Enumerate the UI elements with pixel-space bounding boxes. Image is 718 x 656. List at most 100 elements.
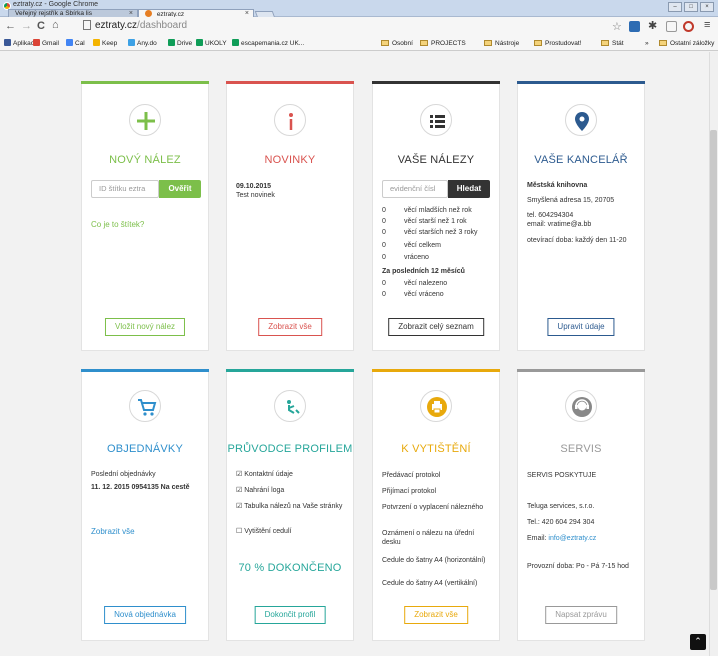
show-all-prints-button[interactable]: Zobrazit vše — [404, 606, 468, 624]
info-icon — [274, 104, 306, 136]
card-vase-nalezy: VAŠE NÁLEZY evidenční čísl Hledat 0 věcí … — [372, 81, 500, 351]
eztraty-favicon-icon — [145, 10, 152, 17]
office-hours: otevírací doba: každý den 11-20 — [527, 237, 627, 244]
checklist-item: ☐ Vytištění cedulí — [236, 528, 292, 535]
bookmark-item[interactable]: Stát — [601, 38, 624, 49]
browser-toolbar: ← → C ⌂ eztraty.cz/dashboard ☆ ✱ ≡ — [0, 17, 718, 37]
edit-details-button[interactable]: Upravit údaje — [547, 318, 615, 336]
bookmark-label: Stát — [612, 40, 624, 47]
bookmarks-overflow-button[interactable]: » — [645, 38, 649, 49]
office-tel: tel. 604294304 — [527, 212, 574, 219]
office-email: email: vratime@a.bb — [527, 221, 592, 228]
stat-row: 0 věcí starší než 1 rok — [382, 218, 467, 225]
finish-profile-button[interactable]: Dokončit profil — [254, 606, 326, 624]
search-button[interactable]: Hledat — [448, 180, 490, 198]
bookmark-item[interactable]: Any.do — [128, 38, 157, 49]
reload-icon[interactable]: C — [37, 20, 45, 32]
back-icon[interactable]: ← — [5, 20, 16, 32]
service-company: Teluga services, s.r.o. — [527, 503, 595, 510]
bookmark-icon — [66, 39, 73, 46]
address-bar[interactable]: eztraty.cz/dashboard — [83, 20, 613, 34]
bookmark-icon — [33, 39, 40, 46]
bookmark-item[interactable]: Osobní — [381, 38, 413, 49]
add-new-found-button[interactable]: Vložit nový nález — [104, 318, 186, 336]
new-order-button[interactable]: Nová objednávka — [104, 606, 186, 624]
bookmark-label: Gmail — [42, 40, 59, 47]
maximize-button[interactable]: □ — [684, 2, 698, 12]
print-item[interactable]: Cedule do šatny A4 (horizontální) — [382, 556, 491, 565]
scrollbar-thumb[interactable] — [710, 130, 717, 590]
bookmark-item[interactable]: Keep — [93, 38, 117, 49]
minimize-button[interactable]: – — [668, 2, 682, 12]
extension-square-icon[interactable] — [666, 21, 677, 32]
cart-icon — [129, 390, 161, 422]
tag-id-input[interactable]: ID štítku eztra — [91, 180, 159, 198]
plus-icon — [129, 104, 161, 136]
send-message-button[interactable]: Napsat zprávu — [545, 606, 617, 624]
window-titlebar: eztraty.cz - Google Chrome Veřejný rejst… — [0, 0, 718, 18]
scroll-to-top-button[interactable]: ⌃ — [690, 634, 706, 650]
bookmark-item[interactable]: Nástroje — [484, 38, 519, 49]
card-title: NOVÝ NÁLEZ — [109, 154, 181, 166]
extension-red-icon[interactable] — [683, 21, 694, 32]
close-window-button[interactable]: × — [700, 2, 714, 12]
card-title: SERVIS — [560, 443, 602, 455]
card-pruvodce-profilem: PRŮVODCE PROFILEM ☑ Kontaktní údaje ☑ Na… — [226, 369, 354, 641]
card-title: NOVINKY — [264, 154, 316, 166]
bookmark-item[interactable]: Drive — [168, 38, 192, 49]
bookmark-label: Osobní — [392, 40, 413, 47]
provider-label: SERVIS POSKYTUJE — [527, 472, 597, 479]
evidence-number-input[interactable]: evidenční čísl — [382, 180, 448, 198]
card-title: VAŠE NÁLEZY — [397, 154, 475, 166]
bookmark-item[interactable]: escapemania.cz UK... — [232, 38, 304, 49]
stat-row: 0 věcí vráceno — [382, 291, 444, 298]
other-bookmarks-folder[interactable]: Ostatní záložky — [659, 38, 714, 49]
forward-icon[interactable]: → — [21, 20, 32, 32]
card-novy-nalez: NOVÝ NÁLEZ ID štítku eztra Ověřit Co je … — [81, 81, 209, 351]
url-domain: eztraty.cz — [95, 20, 138, 31]
bookmark-icon — [93, 39, 100, 46]
stat-row: 0 věcí nalezeno — [382, 280, 448, 287]
print-item[interactable]: Předávací protokol — [382, 471, 491, 480]
print-item[interactable]: Cedule do šatny A4 (vertikální) — [382, 579, 491, 588]
card-title: VAŠE KANCELÁŘ — [534, 154, 628, 166]
show-all-news-button[interactable]: Zobrazit vše — [258, 318, 322, 336]
extension-blue-icon[interactable] — [629, 21, 640, 32]
stat-row: 0 věcí celkem — [382, 242, 441, 249]
bookmark-star-icon[interactable]: ☆ — [612, 20, 622, 33]
verify-button[interactable]: Ověřit — [159, 180, 201, 198]
bookmark-item[interactable]: PROJECTS — [420, 38, 466, 49]
tab-label: Veřejný rejstřík a Sbírka lis — [15, 10, 92, 17]
office-name: Městská knihovna — [527, 182, 588, 189]
checklist-item: ☑ Tabulka nálezů na Vaše stránky — [236, 503, 343, 510]
bookmark-label: Prostudovat! — [545, 40, 582, 47]
card-objednavky: OBJEDNÁVKY Poslední objednávky 11. 12. 2… — [81, 369, 209, 641]
print-item[interactable]: Oznámení o nálezu na úřední desku — [382, 529, 491, 547]
show-all-orders-link[interactable]: Zobrazit vše — [91, 527, 200, 536]
card-k-vytisteni: K VYTIŠTĚNÍ Předávací protokol Přijímací… — [372, 369, 500, 641]
service-tel: Tel.: 420 604 294 304 — [527, 519, 595, 526]
bookmark-icon — [128, 39, 135, 46]
dashboard-page: NOVÝ NÁLEZ ID štítku eztra Ověřit Co je … — [0, 52, 718, 656]
bookmark-label: PROJECTS — [431, 40, 466, 47]
card-title: PRŮVODCE PROFILEM — [227, 443, 353, 455]
bookmark-label: Keep — [102, 40, 118, 47]
home-icon[interactable]: ⌂ — [52, 19, 59, 31]
bookmark-item[interactable]: UKOLY — [196, 38, 227, 49]
show-full-list-button[interactable]: Zobrazit celý seznam — [388, 318, 484, 336]
extension-gear-icon[interactable]: ✱ — [648, 19, 659, 32]
printer-icon — [420, 390, 452, 422]
bookmark-item[interactable]: Gmail — [33, 38, 59, 49]
bookmark-icon — [232, 39, 239, 46]
bookmark-item[interactable]: Prostudovat! — [534, 38, 582, 49]
print-item[interactable]: Přijímací protokol — [382, 487, 491, 496]
what-is-tag-link[interactable]: Co je to štítek? — [91, 220, 200, 229]
bookmark-label: Any.do — [137, 40, 157, 47]
bookmark-icon — [196, 39, 203, 46]
bookmark-item[interactable]: Cal — [66, 38, 85, 49]
bookmark-label: escapemania.cz UK... — [241, 40, 305, 47]
print-item[interactable]: Potvrzení o vyplacení nálezného — [382, 503, 491, 512]
chrome-menu-icon[interactable]: ≡ — [704, 19, 710, 31]
service-email-link[interactable]: info@eztraty.cz — [548, 535, 596, 542]
folder-icon — [420, 40, 428, 46]
